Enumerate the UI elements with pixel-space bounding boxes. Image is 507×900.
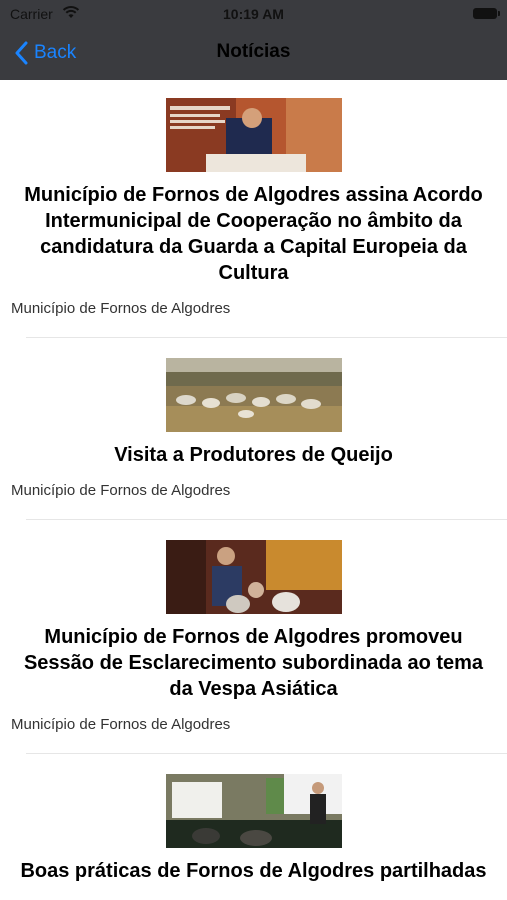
divider	[26, 753, 507, 754]
article-title: Município de Fornos de Algodres assina A…	[24, 184, 483, 284]
divider	[26, 337, 507, 338]
top-bar: Carrier 10:19 AM Back Notícias	[0, 0, 507, 80]
article-title: Visita a Produtores de Queijo	[114, 444, 393, 466]
article-title: Município de Fornos de Algodres promoveu…	[23, 626, 484, 700]
article-image	[165, 98, 342, 172]
news-item[interactable]: Município de Fornos de Algodres promoveu…	[0, 540, 507, 754]
news-list: Município de Fornos de Algodres assina A…	[0, 80, 507, 898]
article-image	[165, 774, 342, 848]
divider	[26, 519, 507, 520]
article-source: Município de Fornos de Algodres	[11, 716, 231, 733]
news-item[interactable]: Município de Fornos de Algodres assina A…	[0, 80, 507, 338]
clock: 10:19 AM	[223, 6, 284, 22]
navigation-bar: Back Notícias	[0, 28, 507, 80]
article-title: Boas práticas de Fornos de Algodres part…	[20, 860, 487, 882]
article-image	[165, 358, 342, 432]
status-bar: Carrier 10:19 AM	[0, 0, 507, 28]
article-source: Município de Fornos de Algodres	[11, 300, 231, 317]
battery-icon	[473, 8, 500, 19]
news-item[interactable]: Visita a Produtores de Queijo Município …	[0, 358, 507, 520]
article-source: Município de Fornos de Algodres	[11, 482, 231, 499]
page-title: Notícias	[216, 41, 291, 62]
article-image	[165, 540, 342, 614]
news-item[interactable]: Boas práticas de Fornos de Algodres part…	[0, 774, 507, 884]
